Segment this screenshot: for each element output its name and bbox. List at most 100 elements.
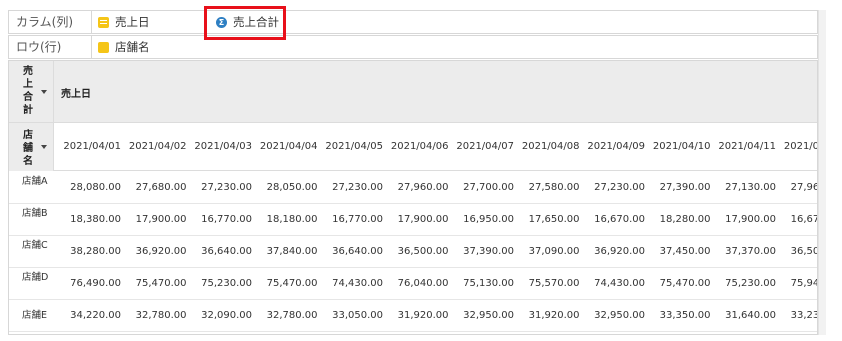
value-cell[interactable]: 32,950.00 — [579, 310, 645, 321]
value-cell[interactable]: 76,490.00 — [55, 278, 121, 289]
date-column-header[interactable]: 2021/04/04 — [252, 141, 318, 152]
value-cell[interactable]: 32,090.00 — [186, 310, 252, 321]
value-cell[interactable]: 33,050.00 — [317, 310, 383, 321]
row-header-store[interactable]: 店舗A — [22, 176, 52, 188]
value-cell[interactable]: 74,430.00 — [317, 278, 383, 289]
date-header-row: 店舗名 2021/04/01 2021/04/02 2021/04/03 2021/0… — [9, 123, 817, 171]
sort-caret-icon[interactable] — [41, 90, 47, 94]
date-column-header[interactable]: 2021/04/05 — [317, 141, 383, 152]
value-cell[interactable]: 28,050.00 — [252, 182, 318, 193]
value-cell[interactable]: 17,650.00 — [514, 214, 580, 225]
value-cell[interactable]: 36,640.00 — [186, 246, 252, 257]
date-column-header[interactable]: 2021/04/10 — [645, 141, 711, 152]
value-cell[interactable]: 33,230.00 — [776, 310, 817, 321]
table-row: 店舗E 34,220.00 32,780.00 32,090.00 32,780.00 3… — [9, 300, 817, 332]
value-cell[interactable]: 27,960.00 — [776, 182, 817, 193]
value-cell[interactable]: 31,920.00 — [514, 310, 580, 321]
value-cell[interactable]: 37,370.00 — [710, 246, 776, 257]
value-cell[interactable]: 36,640.00 — [317, 246, 383, 257]
row-dimension-header[interactable]: 店舗名 — [9, 123, 54, 171]
value-cell[interactable]: 31,920.00 — [383, 310, 449, 321]
value-cell[interactable]: 36,500.00 — [776, 246, 817, 257]
calendar-icon — [98, 16, 109, 28]
row-header-store[interactable]: 店舗C — [22, 240, 52, 252]
rows-shelf[interactable]: ロウ(行) 店舗名 — [8, 35, 818, 59]
sort-caret-icon[interactable] — [41, 145, 47, 149]
value-cell[interactable]: 16,770.00 — [186, 214, 252, 225]
columns-shelf[interactable]: カラム(列) 売上日 Σ 売上合計 — [8, 10, 818, 34]
value-cell[interactable]: 75,570.00 — [514, 278, 580, 289]
value-cell[interactable]: 16,950.00 — [448, 214, 514, 225]
table-row: 店舗C 38,280.00 36,920.00 36,640.00 37,840.00 3… — [9, 236, 817, 268]
value-cell[interactable]: 27,680.00 — [121, 182, 187, 193]
value-cell[interactable]: 16,670.00 — [579, 214, 645, 225]
value-cell[interactable]: 32,950.00 — [448, 310, 514, 321]
value-cell[interactable]: 74,430.00 — [579, 278, 645, 289]
date-column-header[interactable]: 2021/04/08 — [514, 141, 580, 152]
row-header-store[interactable]: 店舗B — [22, 208, 52, 220]
table-row: 店舗A 28,080.00 27,680.00 27,230.00 28,050.00 2… — [9, 172, 817, 204]
value-cell[interactable]: 75,230.00 — [186, 278, 252, 289]
date-column-header[interactable]: 2021/04/12 — [776, 141, 817, 152]
value-cell[interactable]: 36,920.00 — [121, 246, 187, 257]
value-cell[interactable]: 75,130.00 — [448, 278, 514, 289]
row-header-store[interactable]: 店舗D — [22, 272, 52, 284]
value-cell[interactable]: 37,090.00 — [514, 246, 580, 257]
highlight-box — [204, 6, 286, 40]
column-dimension-label: 売上日 — [61, 89, 91, 100]
value-cell[interactable]: 36,500.00 — [383, 246, 449, 257]
rows-shelf-label: ロウ(行) — [9, 36, 92, 58]
value-cell[interactable]: 34,220.00 — [55, 310, 121, 321]
value-cell[interactable]: 36,920.00 — [579, 246, 645, 257]
value-cell[interactable]: 27,960.00 — [383, 182, 449, 193]
date-column-header[interactable]: 2021/04/07 — [448, 141, 514, 152]
value-cell[interactable]: 75,470.00 — [252, 278, 318, 289]
measure-header[interactable]: 売上合計 — [9, 61, 54, 123]
pill-label: 店舗名 — [115, 40, 150, 54]
table-row: 店舗D 76,490.00 75,470.00 75,230.00 75,470.00 7… — [9, 268, 817, 300]
date-column-header[interactable]: 2021/04/06 — [383, 141, 449, 152]
value-cell[interactable]: 37,390.00 — [448, 246, 514, 257]
value-cell[interactable]: 32,780.00 — [252, 310, 318, 321]
value-cell[interactable]: 37,450.00 — [645, 246, 711, 257]
value-cell[interactable]: 75,940.00 — [776, 278, 817, 289]
value-cell[interactable]: 17,900.00 — [383, 214, 449, 225]
row-pill-store-name[interactable]: 店舗名 — [98, 39, 150, 55]
value-cell[interactable]: 16,770.00 — [317, 214, 383, 225]
value-cell[interactable]: 37,840.00 — [252, 246, 318, 257]
value-cell[interactable]: 27,230.00 — [186, 182, 252, 193]
value-cell[interactable]: 27,390.00 — [645, 182, 711, 193]
dimension-icon — [98, 41, 109, 53]
column-pill-sales-date[interactable]: 売上日 — [98, 14, 150, 30]
value-cell[interactable]: 27,230.00 — [579, 182, 645, 193]
value-cell[interactable]: 18,180.00 — [252, 214, 318, 225]
value-cell[interactable]: 75,230.00 — [710, 278, 776, 289]
value-cell[interactable]: 27,580.00 — [514, 182, 580, 193]
value-cell[interactable]: 31,640.00 — [710, 310, 776, 321]
value-cell[interactable]: 75,470.00 — [121, 278, 187, 289]
date-column-header[interactable]: 2021/04/01 — [55, 141, 121, 152]
date-column-header[interactable]: 2021/04/03 — [186, 141, 252, 152]
date-column-header[interactable]: 2021/04/11 — [710, 141, 776, 152]
value-cell[interactable]: 75,470.00 — [645, 278, 711, 289]
value-cell[interactable]: 27,230.00 — [317, 182, 383, 193]
date-column-header[interactable]: 2021/04/09 — [579, 141, 645, 152]
value-cell[interactable]: 32,780.00 — [121, 310, 187, 321]
row-dimension-label: 店舗名 — [23, 130, 33, 167]
value-cell[interactable]: 17,900.00 — [710, 214, 776, 225]
value-cell[interactable]: 38,280.00 — [55, 246, 121, 257]
vertical-scrollbar[interactable] — [818, 10, 826, 335]
columns-shelf-label: カラム(列) — [9, 11, 92, 33]
value-cell[interactable]: 28,080.00 — [55, 182, 121, 193]
value-cell[interactable]: 27,130.00 — [710, 182, 776, 193]
value-cell[interactable]: 17,900.00 — [121, 214, 187, 225]
date-column-header[interactable]: 2021/04/02 — [121, 141, 187, 152]
value-cell[interactable]: 16,670.00 — [776, 214, 817, 225]
pill-label: 売上日 — [115, 15, 150, 29]
value-cell[interactable]: 18,380.00 — [55, 214, 121, 225]
row-header-store[interactable]: 店舗E — [22, 310, 52, 322]
value-cell[interactable]: 76,040.00 — [383, 278, 449, 289]
value-cell[interactable]: 33,350.00 — [645, 310, 711, 321]
value-cell[interactable]: 27,700.00 — [448, 182, 514, 193]
value-cell[interactable]: 18,280.00 — [645, 214, 711, 225]
